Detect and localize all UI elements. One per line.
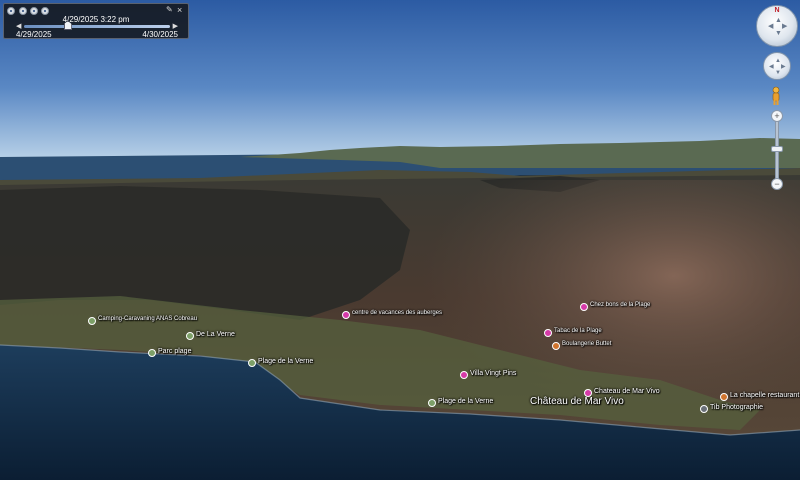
north-indicator: N (774, 7, 780, 14)
time-settings-icon[interactable] (7, 7, 15, 15)
place-label[interactable]: De La Verne (196, 331, 235, 338)
look-right-icon[interactable]: ▶ (781, 64, 786, 70)
zoom-out-button[interactable]: − (771, 178, 783, 190)
wrench-icon[interactable]: ✎ (166, 6, 174, 14)
look-joystick[interactable]: ▲ ▼ ◀ ▶ (763, 52, 791, 80)
step-forward-icon[interactable]: ▶ (173, 22, 178, 30)
place-label[interactable]: Villa Vingt Pins (470, 370, 516, 377)
place-label[interactable]: Château de Mar Vivo (530, 396, 624, 407)
place-pin-icon[interactable] (186, 332, 194, 340)
current-time: 4/29/2025 3:22 pm (62, 15, 130, 24)
range-start: 4/29/2025 (16, 30, 52, 39)
pan-left-icon[interactable]: ◀ (768, 23, 773, 30)
place-pin-icon[interactable] (88, 317, 96, 325)
zoom-in-time-icon[interactable] (19, 7, 27, 15)
place-label[interactable]: Tabac de la Plage (554, 328, 602, 334)
zoom-slider-thumb[interactable] (771, 146, 783, 152)
place-label[interactable]: Parc plage (158, 348, 191, 355)
place-pin-icon[interactable] (552, 342, 560, 350)
place-label[interactable]: Chateau de Mar Vivo (594, 388, 660, 395)
place-pin-icon[interactable] (544, 329, 552, 337)
map-3d-view[interactable] (0, 0, 800, 480)
look-left-icon[interactable]: ◀ (769, 64, 774, 70)
time-track[interactable] (24, 25, 170, 28)
play-icon[interactable] (41, 7, 49, 15)
pan-up-icon[interactable]: ▲ (775, 17, 782, 24)
pan-down-icon[interactable]: ▼ (775, 30, 782, 37)
place-label[interactable]: Boulangerie Buttet (562, 341, 611, 347)
place-pin-icon[interactable] (700, 405, 708, 413)
look-down-icon[interactable]: ▼ (775, 70, 781, 76)
place-pin-icon[interactable] (580, 303, 588, 311)
pegman-icon[interactable] (770, 86, 782, 106)
place-pin-icon[interactable] (342, 311, 350, 319)
time-slider-panel: ✎ × 4/29/2025 3:22 pm ◀ ▶ 4/29/2025 4/30… (3, 3, 189, 39)
place-label[interactable]: La chapelle restaurant (730, 392, 799, 399)
place-label[interactable]: centre de vacances des auberges (352, 310, 442, 316)
place-pin-icon[interactable] (584, 389, 592, 397)
place-label[interactable]: Camping-Caravaning ANAS Cobreau (98, 316, 197, 322)
place-pin-icon[interactable] (248, 359, 256, 367)
close-icon[interactable]: × (177, 6, 185, 15)
place-label[interactable]: Chez bons de la Plage (590, 302, 650, 308)
place-pin-icon[interactable] (460, 371, 468, 379)
place-label[interactable]: Tib Photographie (710, 404, 763, 411)
zoom-in-button[interactable]: + (771, 110, 783, 122)
zoom-out-time-icon[interactable] (30, 7, 38, 15)
place-label[interactable]: Plage de la Verne (258, 358, 313, 365)
place-label[interactable]: Plage de la Verne (438, 398, 493, 405)
place-pin-icon[interactable] (148, 349, 156, 357)
range-end: 4/30/2025 (142, 30, 178, 39)
place-pin-icon[interactable] (720, 393, 728, 401)
pan-right-icon[interactable]: ▶ (782, 23, 787, 30)
place-pin-icon[interactable] (428, 399, 436, 407)
compass-ring-icon[interactable]: N ▲ ▼ ◀ ▶ (756, 5, 798, 47)
step-back-icon[interactable]: ◀ (16, 22, 21, 30)
